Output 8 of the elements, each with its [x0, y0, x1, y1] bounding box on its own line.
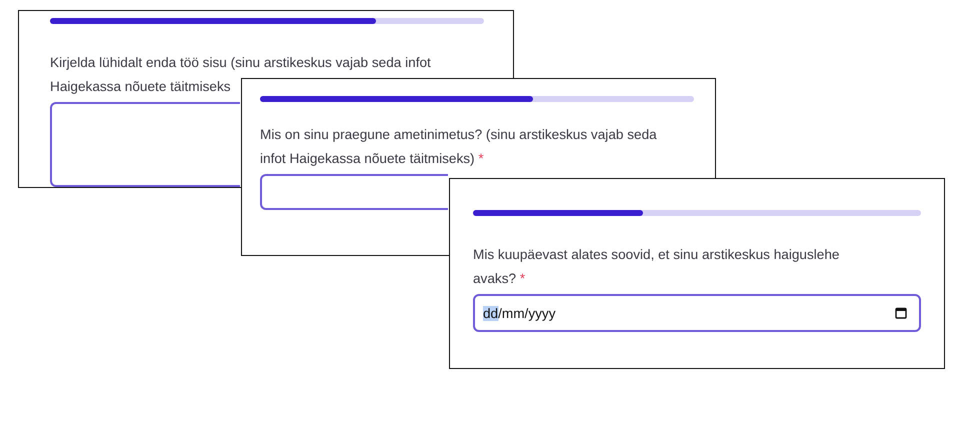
question-label: Kirjelda lühidalt enda töö sisu (sinu arstikeskus vajab seda infot Haigekassa nõuete täitmiseks: [50, 54, 432, 96]
date-field[interactable]: dd/mm/yyyy: [473, 294, 921, 332]
text-area[interactable]: [50, 102, 240, 187]
input-field[interactable]: [260, 174, 448, 210]
calendar-icon[interactable]: [895, 307, 907, 319]
date-placeholder: dd/mm/yyyy: [483, 306, 556, 320]
question-label: Mis kuupäevast alates soovid, et sinu arstikeskus haiguslehe avaks? *: [473, 246, 840, 288]
question-label: Mis on sinu praegune ametinimetus? (sinu arstikeskus vajab seda infot Haigekassa nõuete täitmiseks) *: [260, 126, 658, 168]
